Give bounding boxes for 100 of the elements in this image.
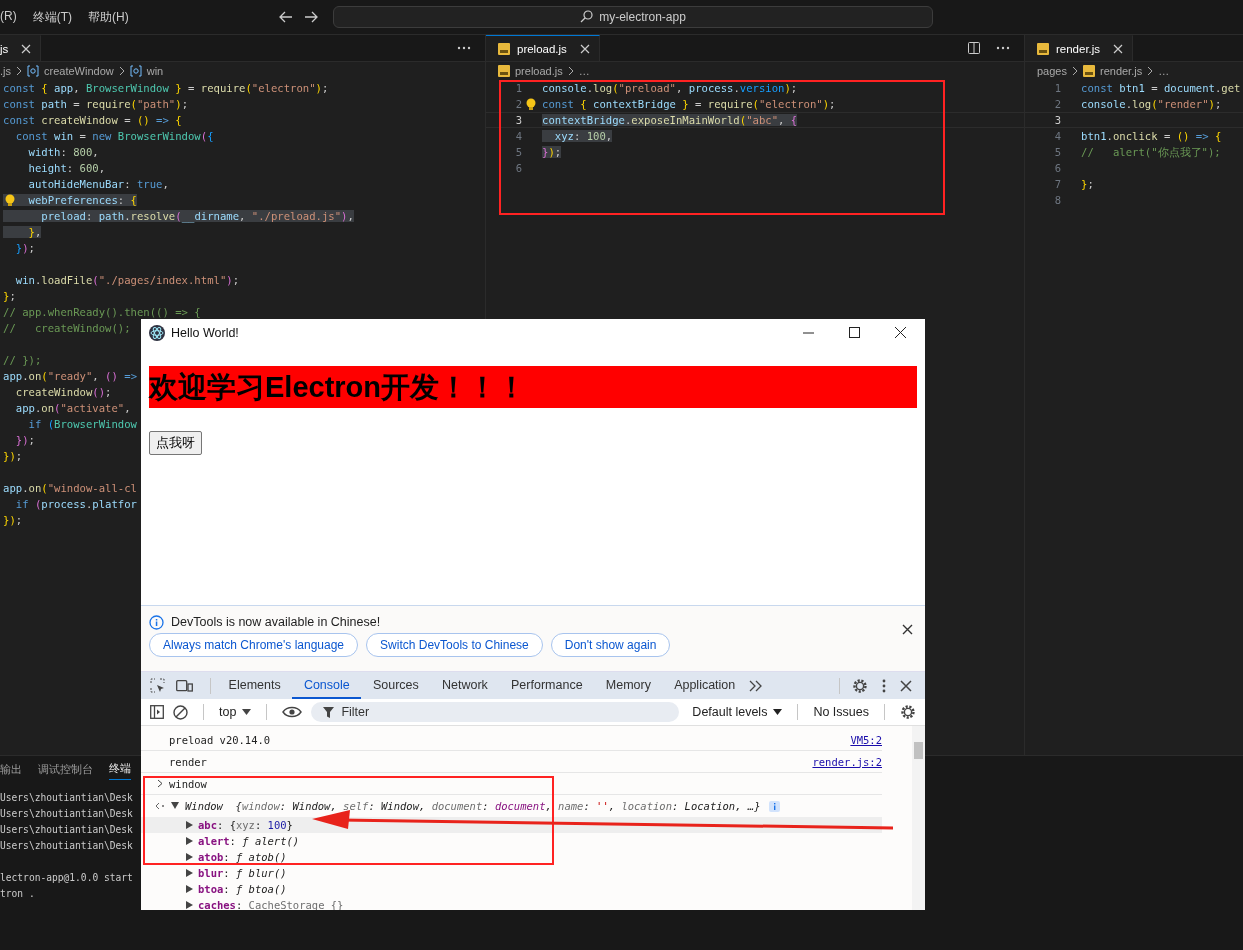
code-line: };: [3, 290, 16, 302]
scrollbar[interactable]: [912, 726, 925, 910]
info-bar-button[interactable]: Don't show again: [550, 633, 671, 657]
settings-icon[interactable]: [900, 704, 916, 720]
eye-icon[interactable]: [282, 706, 303, 718]
more-tabs-icon[interactable]: [748, 679, 763, 692]
line-number: 4: [1053, 130, 1061, 142]
more-icon[interactable]: [457, 46, 471, 50]
breadcrumb-item[interactable]: preload.js: [515, 65, 563, 77]
code-line: // });: [3, 354, 42, 366]
terminal-line: lectron-app@1.0.0 start: [0, 871, 133, 885]
breadcrumb-item[interactable]: pages: [1037, 65, 1067, 77]
terminal-line: Users\zhoutiantian\Desk: [0, 839, 133, 853]
menu-icon[interactable]: [882, 678, 886, 693]
line-number: 5: [1053, 146, 1061, 158]
breadcrumb-item[interactable]: …: [578, 65, 590, 77]
sidebar-icon[interactable]: [150, 705, 164, 719]
menu-item[interactable]: (R): [0, 8, 17, 26]
line-number: 3: [514, 114, 522, 126]
property-entry[interactable]: blur: ƒ blur(): [198, 867, 287, 879]
console-message: preload v20.14.0: [169, 733, 271, 746]
expand-icon[interactable]: [186, 885, 194, 893]
property-entry[interactable]: btoa: ƒ btoa(): [198, 883, 287, 895]
result-arrow-icon: [155, 802, 165, 810]
settings-icon[interactable]: [852, 677, 868, 694]
caret-icon: [773, 709, 783, 715]
property-entry[interactable]: alert: ƒ alert(): [198, 835, 300, 847]
menu-item[interactable]: 帮助(H): [88, 8, 129, 26]
breadcrumb-item[interactable]: createWindow: [44, 65, 114, 77]
devtools-tab[interactable]: Sources: [361, 672, 431, 699]
lightbulb-icon[interactable]: [5, 194, 15, 206]
chevron-icon: [118, 66, 125, 76]
more-icon[interactable]: [996, 46, 1010, 50]
line-number: 8: [1053, 194, 1061, 206]
filter-field[interactable]: Filter: [311, 702, 680, 722]
search-icon: [580, 10, 595, 24]
panel-tab[interactable]: 终端: [109, 758, 131, 780]
expand-icon[interactable]: [186, 837, 194, 845]
issues-label[interactable]: No Issues: [813, 705, 869, 719]
code-line: autoHideMenuBar: true,: [27, 178, 169, 190]
line-number: 6: [1053, 162, 1061, 174]
console-message: render: [169, 755, 207, 768]
clear-console-icon[interactable]: [173, 704, 188, 720]
split-editor-icon[interactable]: [968, 42, 980, 54]
forward-arrow-icon[interactable]: [305, 10, 319, 24]
code-line: const path = require("path");: [3, 98, 189, 110]
code-line: height: 600,: [27, 162, 106, 174]
context-selector[interactable]: top: [219, 705, 252, 719]
inspect-icon[interactable]: [150, 678, 165, 693]
panel-tab[interactable]: 调试控制台: [38, 758, 93, 780]
terminal-line: Users\zhoutiantian\Desk: [0, 807, 133, 821]
code-line: width: 800,: [27, 146, 99, 158]
lightbulb-icon[interactable]: [526, 98, 536, 110]
expand-icon[interactable]: [186, 901, 194, 909]
info-bar-button[interactable]: Switch DevTools to Chinese: [366, 633, 543, 657]
close-icon[interactable]: [895, 327, 907, 339]
breadcrumb-item[interactable]: render.js: [1100, 65, 1143, 77]
search-field[interactable]: my-electron-app: [333, 6, 933, 28]
editor-tab[interactable]: preload.js: [486, 35, 600, 61]
panel-tab[interactable]: 输出: [0, 758, 22, 780]
expand-icon[interactable]: [186, 821, 194, 829]
devtools-tab[interactable]: Application: [662, 672, 747, 699]
editor-tab[interactable]: js: [0, 35, 42, 61]
devtools-tab[interactable]: Performance: [499, 672, 595, 699]
close-icon[interactable]: [900, 679, 912, 692]
info-bar-button[interactable]: Always match Chrome's language: [149, 633, 359, 657]
editor-tab[interactable]: render.js: [1025, 35, 1134, 61]
menu-item[interactable]: 终端(T): [32, 8, 72, 26]
code-line: win.loadFile("./pages/index.html");: [14, 274, 240, 286]
chevron-icon: [567, 66, 574, 76]
click-button[interactable]: 点我呀: [149, 431, 202, 455]
line-number: 1: [1053, 82, 1061, 94]
source-link[interactable]: VM5:2: [850, 733, 882, 746]
breadcrumb-item[interactable]: .js: [0, 65, 11, 77]
close-icon[interactable]: [902, 623, 913, 635]
line-number: 1: [514, 82, 522, 94]
back-arrow-icon[interactable]: [278, 10, 292, 24]
expand-icon[interactable]: [186, 869, 194, 877]
chevron-icon: [1147, 66, 1154, 76]
device-toolbar-icon[interactable]: [176, 678, 193, 693]
expand-icon[interactable]: [186, 853, 194, 861]
info-badge-icon[interactable]: [768, 800, 780, 812]
breadcrumb-item[interactable]: win: [146, 65, 164, 77]
symbol-icon: [129, 65, 142, 77]
code-line: createWindow();: [14, 386, 112, 398]
devtools-tab[interactable]: Elements: [217, 672, 293, 699]
code-line: app.on("activate",: [14, 402, 131, 414]
line-number: 6: [514, 162, 522, 174]
property-entry[interactable]: abc: {xyz: 100}: [198, 819, 293, 831]
scrollbar-thumb[interactable]: [914, 742, 923, 759]
maximize-icon[interactable]: [849, 327, 861, 339]
breadcrumb-item[interactable]: …: [1158, 65, 1170, 77]
levels-dropdown[interactable]: Default levels: [692, 705, 783, 719]
devtools-tab[interactable]: Memory: [594, 672, 663, 699]
property-entry[interactable]: atob: ƒ atob(): [198, 851, 287, 863]
devtools-tab[interactable]: Network: [430, 672, 500, 699]
caret-icon: [242, 709, 252, 715]
source-link[interactable]: render.js:2: [812, 755, 882, 768]
code-line: const win = new BrowserWindow({: [14, 130, 214, 142]
expand-icon[interactable]: [171, 802, 179, 810]
